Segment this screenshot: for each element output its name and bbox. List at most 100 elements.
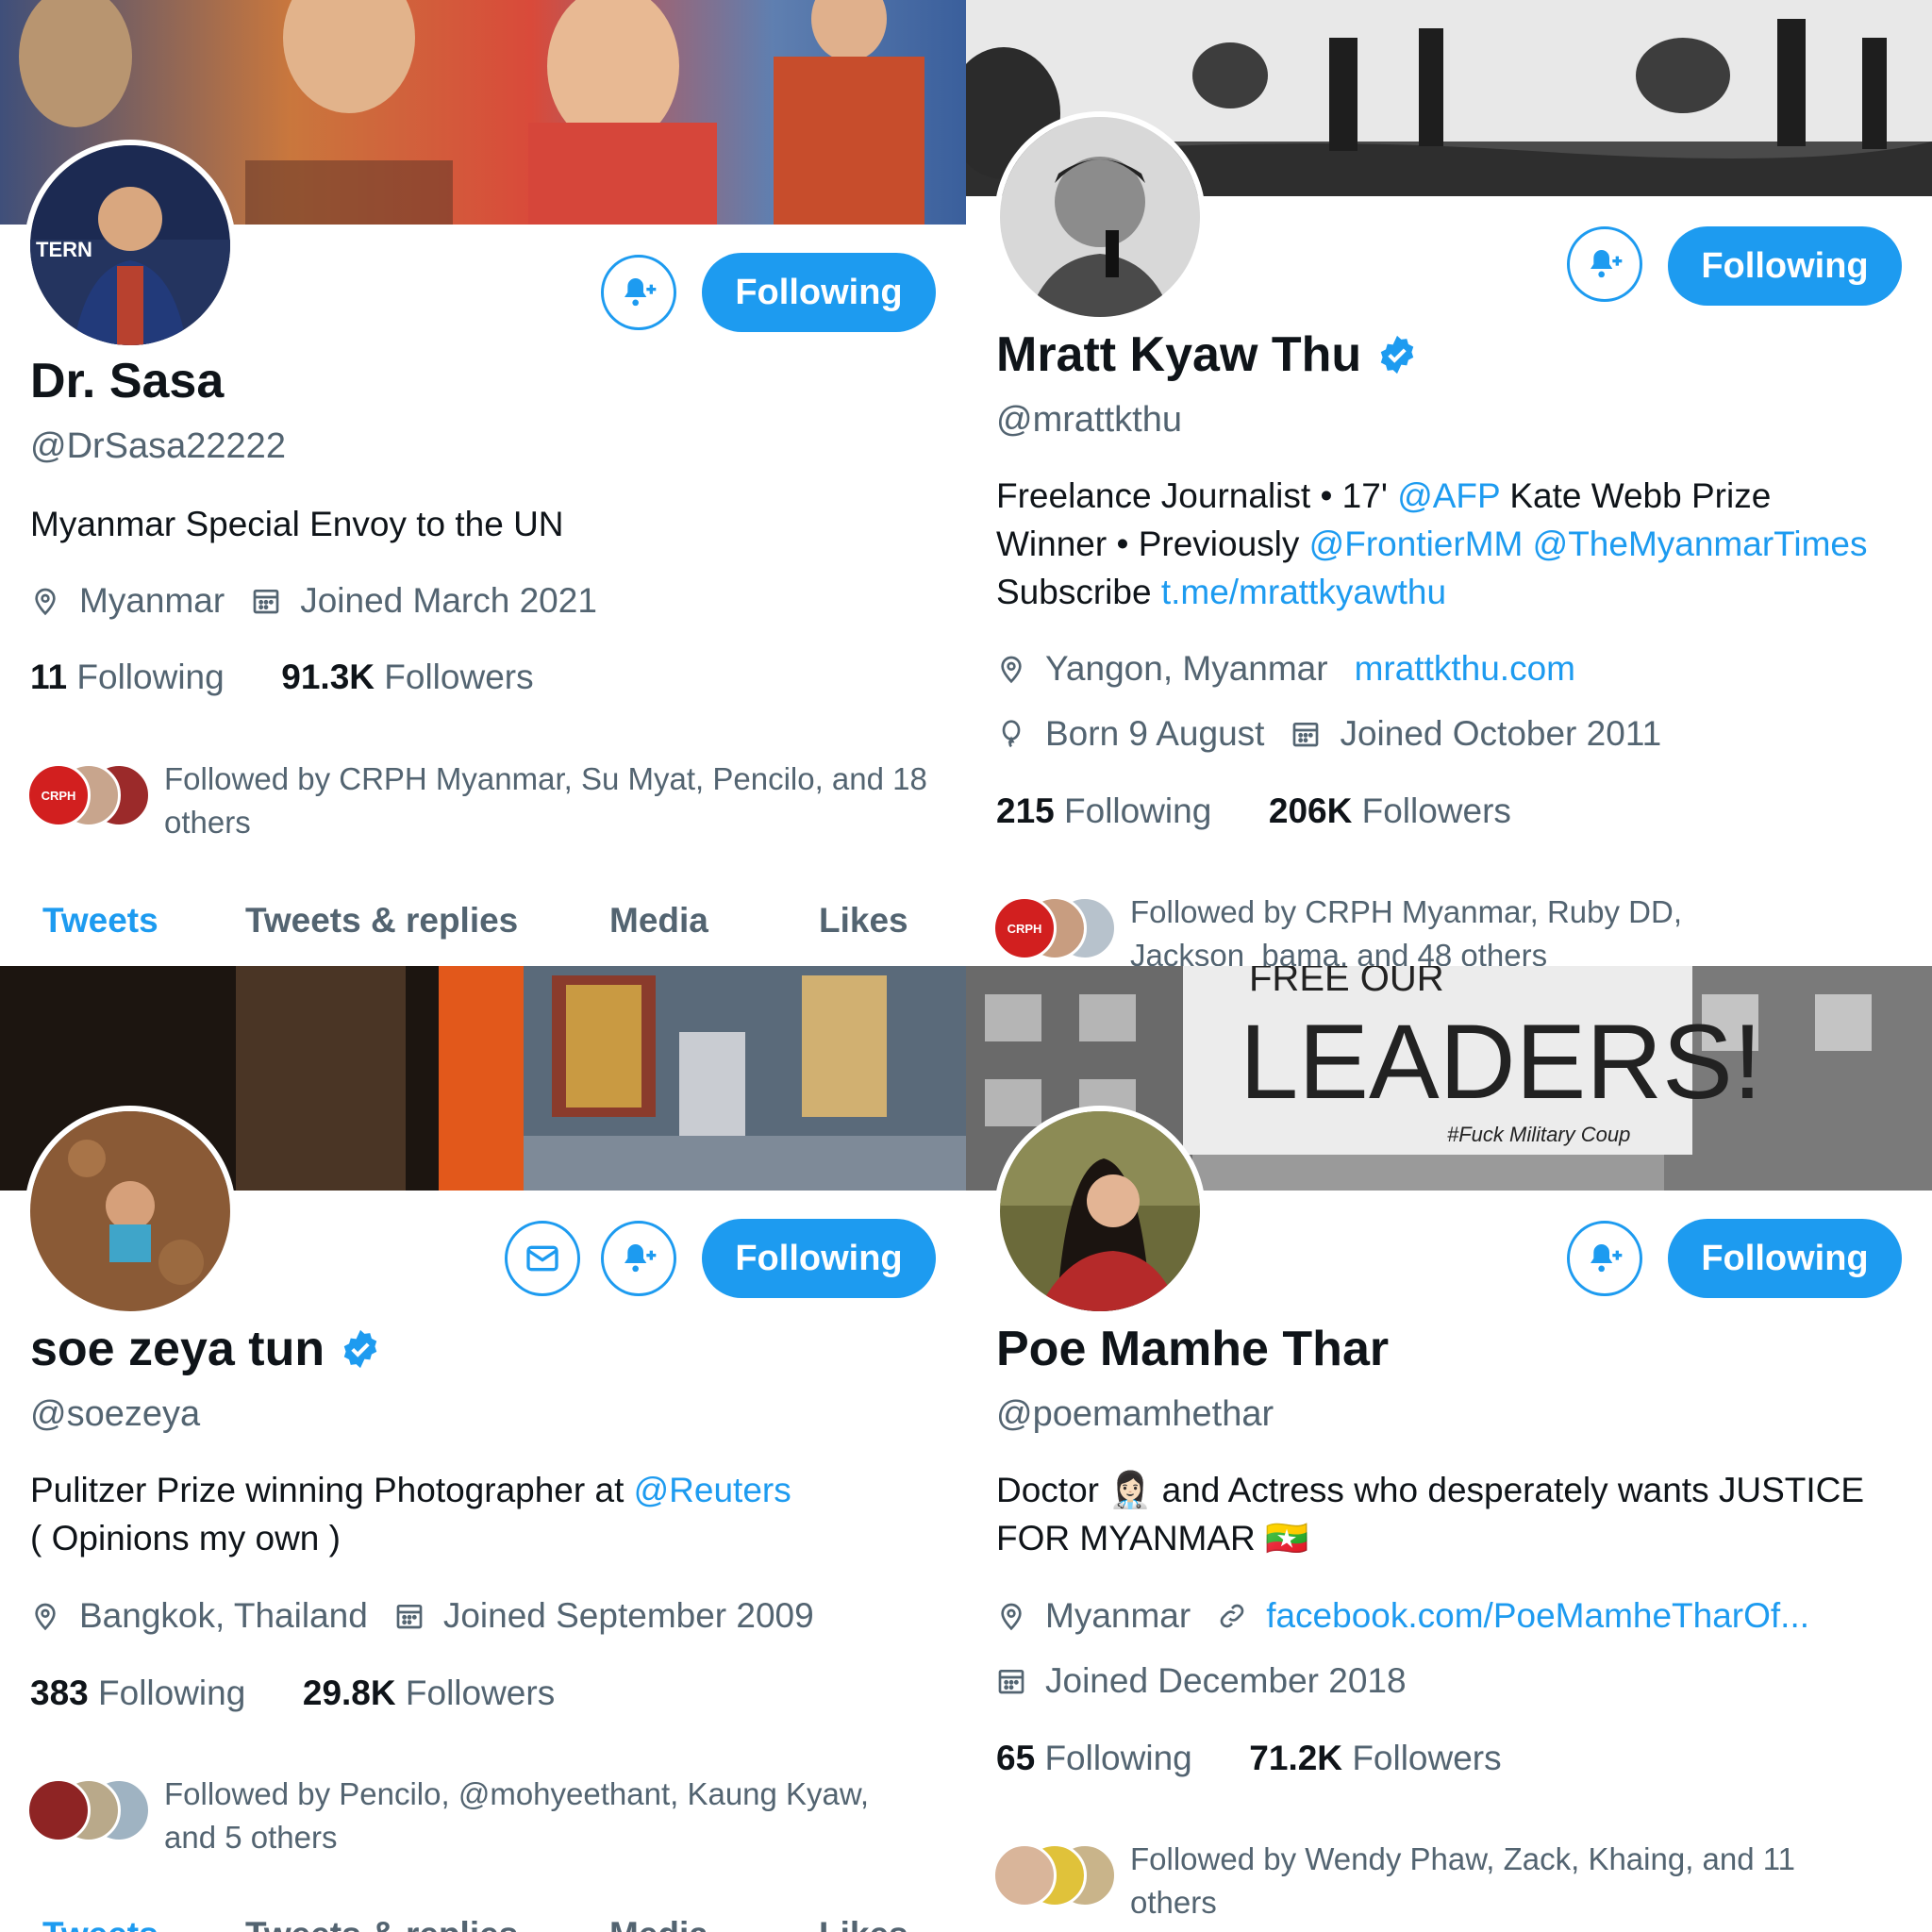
profile-meta-row: Born 9 August Joined October 2011: [996, 714, 1661, 754]
balloon-icon: [1002, 720, 1021, 748]
tab-tweets[interactable]: Tweets: [42, 1915, 158, 1932]
profile-panel-soezeya: Following soe zeya tun @soezeya Pulitzer…: [0, 966, 966, 1932]
location-pin-icon: [35, 588, 56, 616]
calendar-icon: [396, 1605, 423, 1629]
profile-stats: 65 Following 71.2K Followers: [996, 1739, 1502, 1778]
followed-by-text: Followed by Pencilo, @mohyeethant, Kaung…: [164, 1776, 870, 1855]
profile-panel-poemamhethar: FREE OUR LEADERS! #Fuck Military Coup Fo…: [966, 966, 1932, 1932]
tab-likes[interactable]: Likes: [819, 901, 908, 941]
followed-by-avatars: [992, 1843, 1117, 1911]
followed-by-text: Followed by Wendy Phaw, Zack, Khaing, an…: [1130, 1841, 1796, 1920]
profile-location: Myanmar: [79, 581, 225, 620]
mention-link[interactable]: @FrontierMM: [1309, 525, 1524, 563]
profile-location: Yangon, Myanmar: [1045, 649, 1328, 688]
profile-meta-row: Myanmar facebook.com/PoeMamheTharOf...: [996, 1596, 1809, 1636]
mention-link[interactable]: @AFP: [1397, 476, 1500, 515]
followed-by-row[interactable]: CRPH Followed by CRPH Myanmar, Ruby DD, …: [992, 891, 1917, 966]
mention-link[interactable]: @TheMyanmarTimes: [1533, 525, 1868, 563]
profile-location: Myanmar: [1045, 1596, 1191, 1635]
svg-text:LEADERS!: LEADERS!: [1240, 1003, 1762, 1121]
followers-count-link[interactable]: 71.2K Followers: [1249, 1739, 1501, 1777]
profile-bio: Freelance Journalist • 17' @AFP Kate Web…: [996, 476, 1868, 611]
envelope-icon: [526, 1245, 558, 1272]
profile-bio: Pulitzer Prize winning Photographer at @…: [30, 1471, 791, 1557]
profile-joined-date: Joined March 2021: [300, 581, 597, 620]
bell-plus-icon: [1591, 250, 1623, 278]
followed-by-row[interactable]: Followed by Pencilo, @mohyeethant, Kaung…: [26, 1773, 951, 1859]
followers-count-link[interactable]: 29.8K Followers: [303, 1674, 555, 1712]
profile-handle: @mrattkthu: [996, 400, 1182, 440]
mention-link[interactable]: @Reuters: [634, 1471, 791, 1509]
following-count-link[interactable]: 383 Following: [30, 1674, 245, 1712]
profile-joined-date: Joined September 2009: [442, 1596, 814, 1635]
profile-name: soe zeya tun: [30, 1321, 381, 1377]
profile-name: Poe Mamhe Thar: [996, 1322, 1390, 1376]
profile-name: Mratt Kyaw Thu: [996, 326, 1418, 383]
following-button[interactable]: Following: [702, 253, 936, 332]
profile-avatar[interactable]: TERN: [25, 140, 236, 351]
profile-bio: Myanmar Special Envoy to the UN: [30, 505, 564, 543]
profile-handle: @poemamhethar: [996, 1394, 1274, 1434]
profile-avatar[interactable]: [25, 1106, 236, 1317]
bio-url-link[interactable]: t.me/mrattkyawthu: [1161, 573, 1446, 611]
tab-tweets[interactable]: Tweets: [42, 901, 158, 941]
bell-plus-icon: [625, 1244, 657, 1273]
followed-by-row[interactable]: Followed by Wendy Phaw, Zack, Khaing, an…: [992, 1838, 1917, 1924]
calendar-icon: [253, 590, 279, 614]
location-pin-icon: [1001, 1603, 1022, 1631]
followed-by-avatars: CRPH: [26, 763, 151, 831]
follower-avatar: [26, 1778, 91, 1842]
tab-likes[interactable]: Likes: [819, 1915, 908, 1932]
bell-plus-icon: [1591, 1244, 1623, 1273]
profile-panel-drsasa: TERN Following Dr. Sasa @DrSasa22222 Mya…: [0, 0, 966, 966]
message-button[interactable]: [505, 1221, 580, 1296]
followed-by-avatars: CRPH: [992, 896, 1117, 964]
profile-meta-row: Joined December 2018: [996, 1661, 1407, 1701]
profile-stats: 383 Following 29.8K Followers: [30, 1674, 555, 1713]
profile-handle: @DrSasa22222: [30, 426, 286, 466]
profile-birthday: Born 9 August: [1045, 714, 1265, 753]
location-pin-icon: [1001, 656, 1022, 684]
svg-text:FREE OUR: FREE OUR: [1249, 966, 1444, 999]
profile-bio: Doctor 👩🏻‍⚕️ and Actress who desperately…: [996, 1471, 1865, 1557]
verified-badge-icon: [1380, 335, 1414, 375]
followed-by-text: Followed by CRPH Myanmar, Ruby DD, Jacks…: [1130, 894, 1683, 966]
profile-handle: @soezeya: [30, 1394, 201, 1434]
profile-stats: 215 Following 206K Followers: [996, 791, 1511, 831]
followers-count-link[interactable]: 206K Followers: [1269, 791, 1511, 830]
verified-badge-icon: [343, 1329, 377, 1369]
profile-panel-mrattkthu: Following Mratt Kyaw Thu @mrattkthu Free…: [966, 0, 1932, 966]
following-count-link[interactable]: 65 Following: [996, 1739, 1192, 1777]
profile-joined-date: Joined October 2011: [1340, 714, 1662, 753]
following-button[interactable]: Following: [1668, 1219, 1902, 1298]
following-count-link[interactable]: 11 Following: [30, 658, 225, 696]
notifications-bell-button[interactable]: [601, 1221, 676, 1296]
bell-plus-icon: [625, 278, 657, 307]
notifications-bell-button[interactable]: [601, 255, 676, 330]
crph-avatar: CRPH: [26, 763, 91, 827]
profile-meta-row: Bangkok, Thailand Joined September 2009: [30, 1596, 814, 1636]
profile-website-link[interactable]: mrattkthu.com: [1355, 649, 1575, 689]
tab-tweets-replies[interactable]: Tweets & replies: [245, 1915, 518, 1932]
crph-avatar: CRPH: [992, 896, 1057, 960]
following-button[interactable]: Following: [1668, 226, 1902, 306]
profile-avatar[interactable]: [994, 1106, 1206, 1317]
link-icon: [1220, 1604, 1244, 1628]
followed-by-row[interactable]: CRPH Followed by CRPH Myanmar, Su Myat, …: [26, 758, 951, 844]
followed-by-avatars: [26, 1778, 151, 1846]
tab-media[interactable]: Media: [609, 901, 708, 941]
location-pin-icon: [35, 1603, 56, 1631]
profile-avatar[interactable]: [994, 111, 1206, 323]
profile-location: Bangkok, Thailand: [79, 1596, 368, 1635]
notifications-bell-button[interactable]: [1567, 226, 1642, 302]
tab-media[interactable]: Media: [609, 1915, 708, 1932]
profile-joined-date: Joined December 2018: [1045, 1661, 1407, 1700]
following-button[interactable]: Following: [702, 1219, 936, 1298]
tab-tweets-replies[interactable]: Tweets & replies: [245, 901, 518, 941]
notifications-bell-button[interactable]: [1567, 1221, 1642, 1296]
following-count-link[interactable]: 215 Following: [996, 791, 1211, 830]
svg-text:#Fuck Military Coup: #Fuck Military Coup: [1447, 1123, 1630, 1146]
profile-meta-row: Myanmar Joined March 2021: [30, 581, 597, 621]
followers-count-link[interactable]: 91.3K Followers: [281, 658, 533, 696]
profile-website-link[interactable]: facebook.com/PoeMamheTharOf...: [1266, 1596, 1809, 1636]
